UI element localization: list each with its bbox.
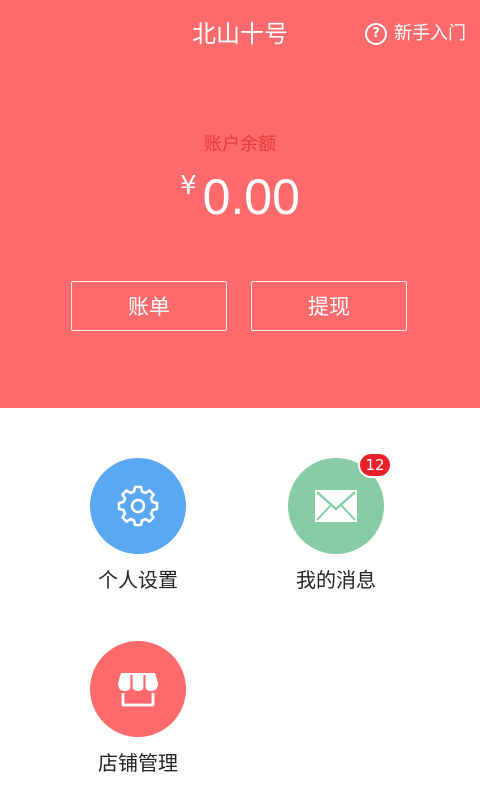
withdraw-button[interactable]: 提现 (251, 281, 407, 331)
envelope-icon (315, 490, 357, 522)
menu-item-label: 个人设置 (98, 568, 178, 592)
balance-display: ¥0.00 (0, 165, 480, 229)
messages-icon-circle: 12 (288, 452, 392, 554)
guide-link[interactable]: ? 新手入门 (365, 18, 466, 50)
app-screen: 北山十号 ? 新手入门 账户余额 ¥0.00 账单 提现 个人设置 12 我的消… (0, 0, 480, 800)
gear-icon (117, 485, 159, 527)
help-circle-icon: ? (365, 23, 387, 45)
menu-item-label: 店铺管理 (98, 751, 178, 775)
menu-item-personal-settings[interactable]: 个人设置 (48, 458, 228, 594)
settings-icon-circle (90, 458, 186, 554)
balance-label: 账户余额 (204, 134, 276, 155)
account-header: 北山十号 ? 新手入门 账户余额 ¥0.00 账单 提现 (0, 0, 480, 408)
menu-item-my-messages[interactable]: 12 我的消息 (246, 452, 426, 594)
menu-item-store-management[interactable]: 店铺管理 (48, 641, 228, 777)
guide-label: 新手入门 (394, 23, 466, 44)
balance-amount: 0.00 (202, 169, 300, 225)
menu-item-label: 我的消息 (296, 568, 376, 592)
bill-button[interactable]: 账单 (71, 281, 227, 331)
currency-symbol: ¥ (180, 171, 197, 201)
unread-count-badge: 12 (358, 452, 392, 478)
store-icon (118, 673, 158, 707)
store-icon-circle (90, 641, 186, 737)
